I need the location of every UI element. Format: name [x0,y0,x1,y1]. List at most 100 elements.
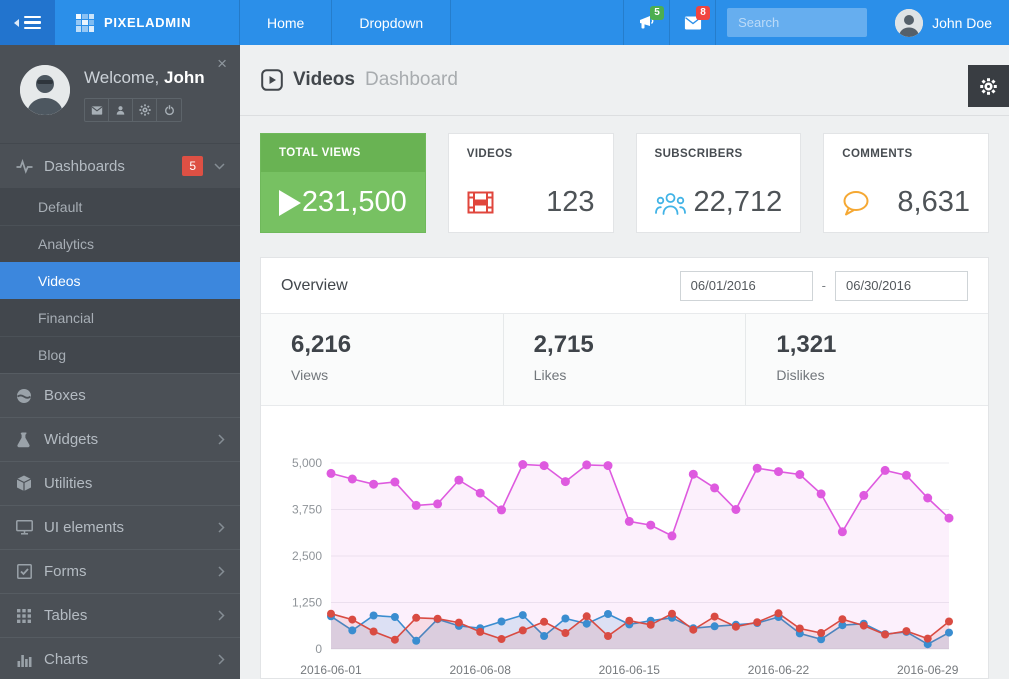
stat-likes: 2,715 Likes [502,314,746,405]
close-icon[interactable]: × [217,55,227,72]
user-menu[interactable]: John Doe [878,0,1009,45]
sidebar-item-boxes[interactable]: Boxes [0,373,240,417]
sidebar-item-label: Dashboards [44,157,125,175]
card-value: 8,631 [897,186,970,218]
svg-text:2016-06-15: 2016-06-15 [599,663,661,677]
monitor-icon [15,520,33,535]
stat-cards: TOTAL VIEWS 231,500 VIDEOS 123 SUBSCRIBE… [260,133,989,233]
settings-action-button[interactable] [133,99,157,121]
overview-stats: 6,216 Views 2,715 Likes 1,321 Dislikes [261,313,988,406]
announcements-badge: 5 [650,6,665,20]
card-label: VIDEOS [466,148,513,160]
hamburger-icon [24,15,41,30]
pulse-icon [15,158,33,174]
brand-name: PIXELADMIN [104,15,192,30]
sidebar-item-dashboards[interactable]: Dashboards 5 [0,144,240,188]
sidebar-user-panel: × Welcome, John [0,45,240,144]
user-avatar [895,8,924,37]
welcome-text: Welcome, John [84,68,205,87]
video-icon [261,69,283,91]
chevron-right-icon [218,434,225,445]
chevron-right-icon [218,522,225,533]
collapse-arrow-icon [14,18,19,27]
user-name: John Doe [932,14,992,31]
sidebar-item-forms[interactable]: Forms [0,549,240,593]
sidebar: × Welcome, John Dashboards 5 Default Ana… [0,45,240,679]
stat-value: 2,715 [533,331,594,358]
check-square-icon [15,564,33,579]
gear-icon [980,77,997,95]
mail-action-button[interactable] [85,99,109,121]
dashboards-badge: 5 [182,156,203,176]
envelope-icon [91,105,102,115]
stat-label: Dislikes [776,367,825,383]
boxes-icon [15,388,33,404]
messages-badge: 8 [696,6,711,20]
welcome-name: John [164,68,205,87]
sidebar-item-default[interactable]: Default [0,188,240,225]
brand[interactable]: PIXELADMIN [55,0,240,45]
nav-item-dropdown[interactable]: Dropdown [332,0,452,45]
card-comments: COMMENTS 8,631 [823,133,989,233]
card-label: COMMENTS [842,148,913,160]
date-from-input[interactable] [679,270,813,301]
search-input[interactable] [727,8,868,37]
sidebar-item-label: Forms [44,563,87,580]
messages-button[interactable]: 8 [669,0,715,45]
sidebar-item-analytics[interactable]: Analytics [0,225,240,262]
sidebar-item-ui-elements[interactable]: UI elements [0,505,240,549]
sidebar-toggle-button[interactable] [0,0,55,45]
page-header: Videos Dashboard [240,45,1009,116]
power-icon [164,104,174,116]
navbar-search [715,0,878,45]
svg-text:5,000: 5,000 [292,456,322,470]
cube-icon [15,475,33,492]
chevron-right-icon [218,566,225,577]
sidebar-item-label: UI elements [44,519,125,536]
dashboards-submenu: Default Analytics Videos Financial Blog [0,188,240,373]
chevron-right-icon [218,654,225,665]
sidebar-item-blog[interactable]: Blog [0,336,240,373]
svg-text:0: 0 [315,642,322,656]
announcements-button[interactable]: 5 [623,0,669,45]
date-to-input[interactable] [835,270,968,301]
sidebar-item-tables[interactable]: Tables [0,593,240,637]
sidebar-item-videos[interactable]: Videos [0,262,240,299]
sidebar-item-label: Charts [44,651,89,668]
sidebar-item-label: Utilities [44,475,93,492]
svg-text:2,500: 2,500 [292,549,322,563]
person-icon [116,105,125,115]
date-separator: - [821,278,826,293]
sidebar-item-utilities[interactable]: Utilities [0,461,240,505]
sidebar-item-charts[interactable]: Charts [0,637,240,679]
svg-text:2016-06-01: 2016-06-01 [300,663,362,677]
brand-logo-icon [76,13,94,32]
card-videos: VIDEOS 123 [447,133,614,233]
overview-chart-area: 0 1,250 2,500 3,750 5,000 2016-06-01 2016-06-0… [261,406,988,678]
nav-item-home[interactable]: Home [240,0,333,45]
users-icon [654,192,686,215]
stat-label: Likes [533,367,567,383]
play-icon [279,189,301,216]
page-title: Videos [293,69,355,90]
profile-action-button[interactable] [109,99,133,121]
flask-icon [15,432,33,448]
card-value: 231,500 [301,186,407,218]
stat-dislikes: 1,321 Dislikes [745,314,988,405]
sidebar-item-widgets[interactable]: Widgets [0,417,240,461]
svg-text:2016-06-08: 2016-06-08 [450,663,512,677]
grid-icon [15,608,33,623]
film-icon [467,191,494,214]
top-navbar: PIXELADMIN Home Dropdown 5 8 Search John… [0,0,1009,45]
svg-text:2016-06-29: 2016-06-29 [897,663,959,677]
panel-title: Overview [281,276,348,294]
logout-action-button[interactable] [157,99,181,121]
gear-icon [138,104,151,116]
chevron-right-icon [218,610,225,621]
chevron-down-icon [214,162,225,170]
settings-button[interactable] [968,65,1009,107]
sidebar-item-financial[interactable]: Financial [0,299,240,336]
svg-text:2016-06-22: 2016-06-22 [748,663,810,677]
card-value: 22,712 [693,186,783,218]
sidebar-item-label: Widgets [44,431,99,448]
